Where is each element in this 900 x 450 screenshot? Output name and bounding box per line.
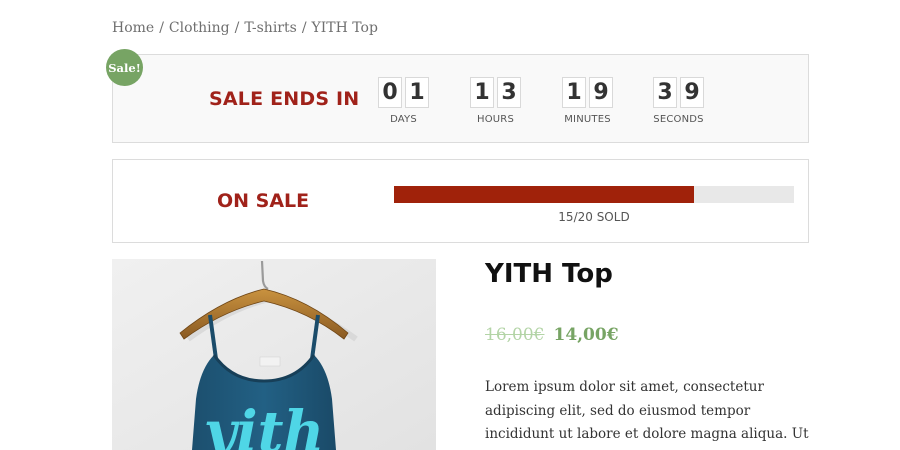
sale-progress-box: ON SALE 15/20 SOLD (112, 159, 809, 243)
shirt-print-text: yith (202, 399, 324, 450)
countdown-title: SALE ENDS IN (209, 88, 360, 110)
countdown-digit: 1 (562, 77, 586, 108)
sold-progress-fill (394, 186, 694, 203)
tank-top-on-hanger-illustration: yith (112, 259, 436, 450)
countdown-digit: 3 (497, 77, 521, 108)
countdown-digit: 9 (680, 77, 704, 108)
breadcrumb-home-link[interactable]: Home (112, 20, 154, 36)
countdown-days: 0 1 DAYS (378, 77, 429, 125)
countdown-digit: 1 (470, 77, 494, 108)
product-title: YITH Top (485, 259, 613, 289)
product-description: Lorem ipsum dolor sit amet, consectetur … (485, 379, 809, 442)
countdown-timer: SALE ENDS IN 0 1 DAYS 1 3 HOURS 1 9 MINU… (112, 54, 809, 143)
countdown-label: HOURS (476, 114, 514, 125)
sold-count: 15/20 SOLD (558, 210, 630, 224)
breadcrumb-current: YITH Top (311, 20, 378, 36)
product-page: Home / Clothing / T-shirts / YITH Top Sa… (0, 0, 900, 450)
sale-badge: Sale! (106, 49, 143, 86)
countdown-digit: 0 (378, 77, 402, 108)
sale-price: 14,00€ (553, 325, 619, 345)
breadcrumb-clothing-link[interactable]: Clothing (169, 20, 230, 36)
breadcrumb-separator: / (159, 20, 164, 36)
product-price: 16,00€ 14,00€ (485, 325, 619, 345)
breadcrumb: Home / Clothing / T-shirts / YITH Top (112, 20, 378, 36)
countdown-digit: 9 (589, 77, 613, 108)
countdown-digit: 3 (653, 77, 677, 108)
countdown-minutes: 1 9 MINUTES (562, 77, 613, 125)
on-sale-title: ON SALE (217, 190, 310, 212)
countdown-seconds: 3 9 SECONDS (653, 77, 704, 125)
breadcrumb-tshirts-link[interactable]: T-shirts (244, 20, 296, 36)
regular-price: 16,00€ (485, 325, 545, 345)
breadcrumb-separator: / (301, 20, 307, 36)
countdown-label: DAYS (390, 114, 417, 125)
countdown-label: MINUTES (564, 114, 611, 125)
sold-progress-bar (394, 186, 794, 203)
breadcrumb-separator: / (234, 20, 240, 36)
product-image[interactable]: yith (112, 259, 436, 450)
countdown-digit: 1 (405, 77, 429, 108)
countdown-label: SECONDS (653, 114, 704, 125)
countdown-hours: 1 3 HOURS (470, 77, 521, 125)
